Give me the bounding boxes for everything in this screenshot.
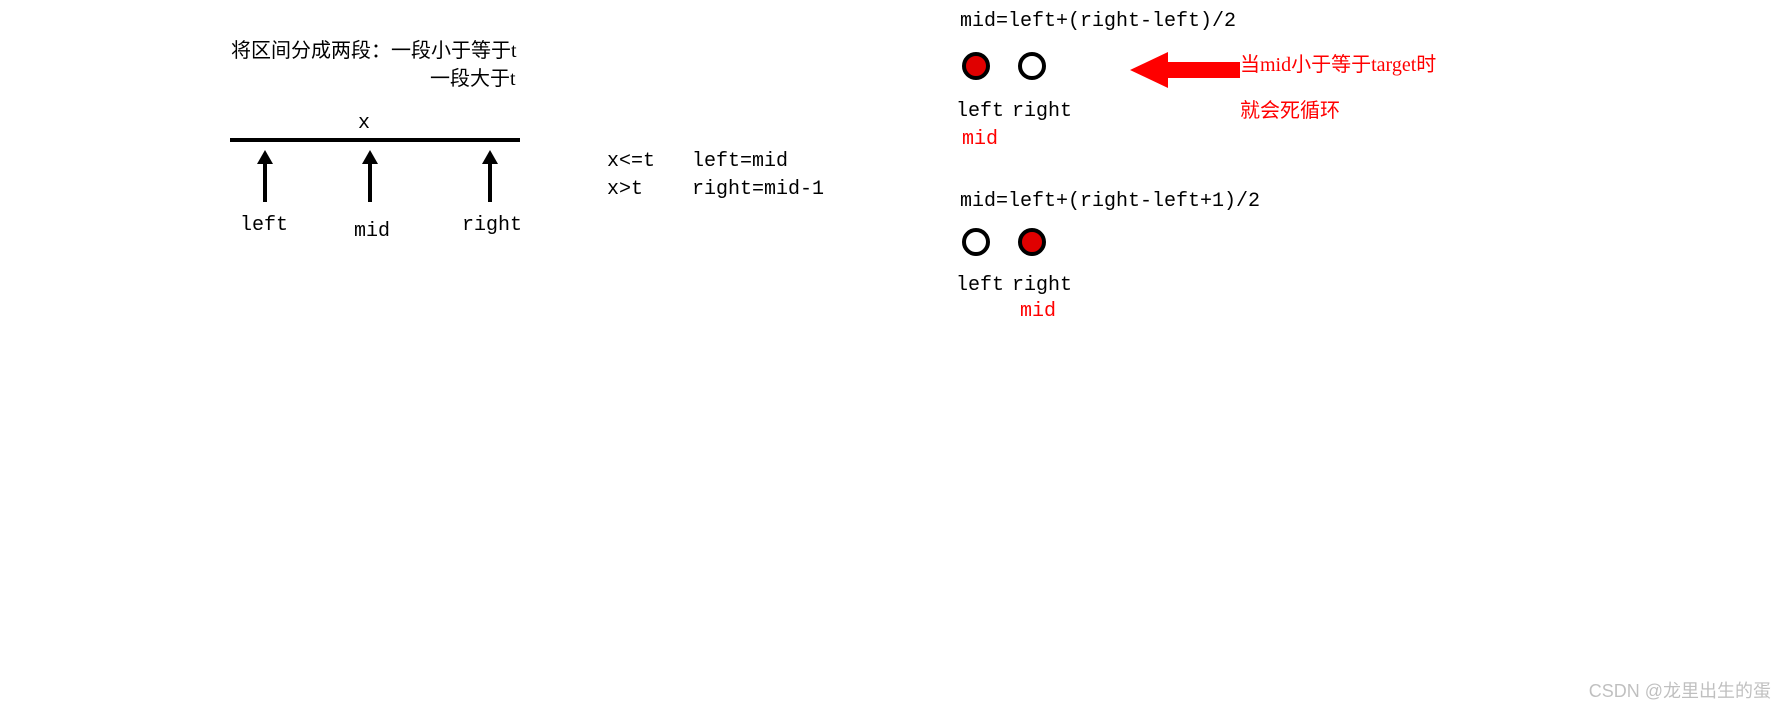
number-line [230, 135, 520, 145]
formula1: mid=left+(right-left)/2 [960, 10, 1236, 33]
case2-circle-left [962, 228, 990, 262]
note-line2: 就会死循环 [1240, 94, 1340, 123]
cond1-b: left=mid [692, 150, 788, 173]
case1-mid-label: mid [962, 128, 998, 151]
cond1-a: x<=t [607, 150, 655, 173]
ptr-right-label: right [462, 214, 522, 237]
cond2-b: right=mid-1 [692, 178, 824, 201]
arrow-left-icon [1130, 50, 1240, 90]
case1-left-label: left [956, 100, 1004, 123]
x-label: x [358, 112, 370, 135]
case2-circle-right [1018, 228, 1046, 262]
case2-right-label: right [1012, 274, 1072, 297]
arrow-up-right-icon [478, 150, 502, 202]
case2-mid-label: mid [1020, 300, 1056, 323]
arrow-up-mid-icon [358, 150, 382, 202]
left-title-line1: 将区间分成两段：一段小于等于t [231, 34, 517, 63]
ptr-mid-label: mid [354, 220, 390, 243]
note-line1: 当mid小于等于target时 [1240, 48, 1436, 77]
case1-circle-left [962, 52, 990, 86]
case1-circle-right [1018, 52, 1046, 86]
left-title-line2: 一段大于t [430, 62, 516, 91]
watermark: CSDN @龙里出生的蛋 [1589, 677, 1771, 703]
case2-left-label: left [956, 274, 1004, 297]
case1-right-label: right [1012, 100, 1072, 123]
formula2: mid=left+(right-left+1)/2 [960, 190, 1260, 213]
arrow-up-left-icon [253, 150, 277, 202]
cond2-a: x>t [607, 178, 643, 201]
ptr-left-label: left [240, 214, 288, 237]
